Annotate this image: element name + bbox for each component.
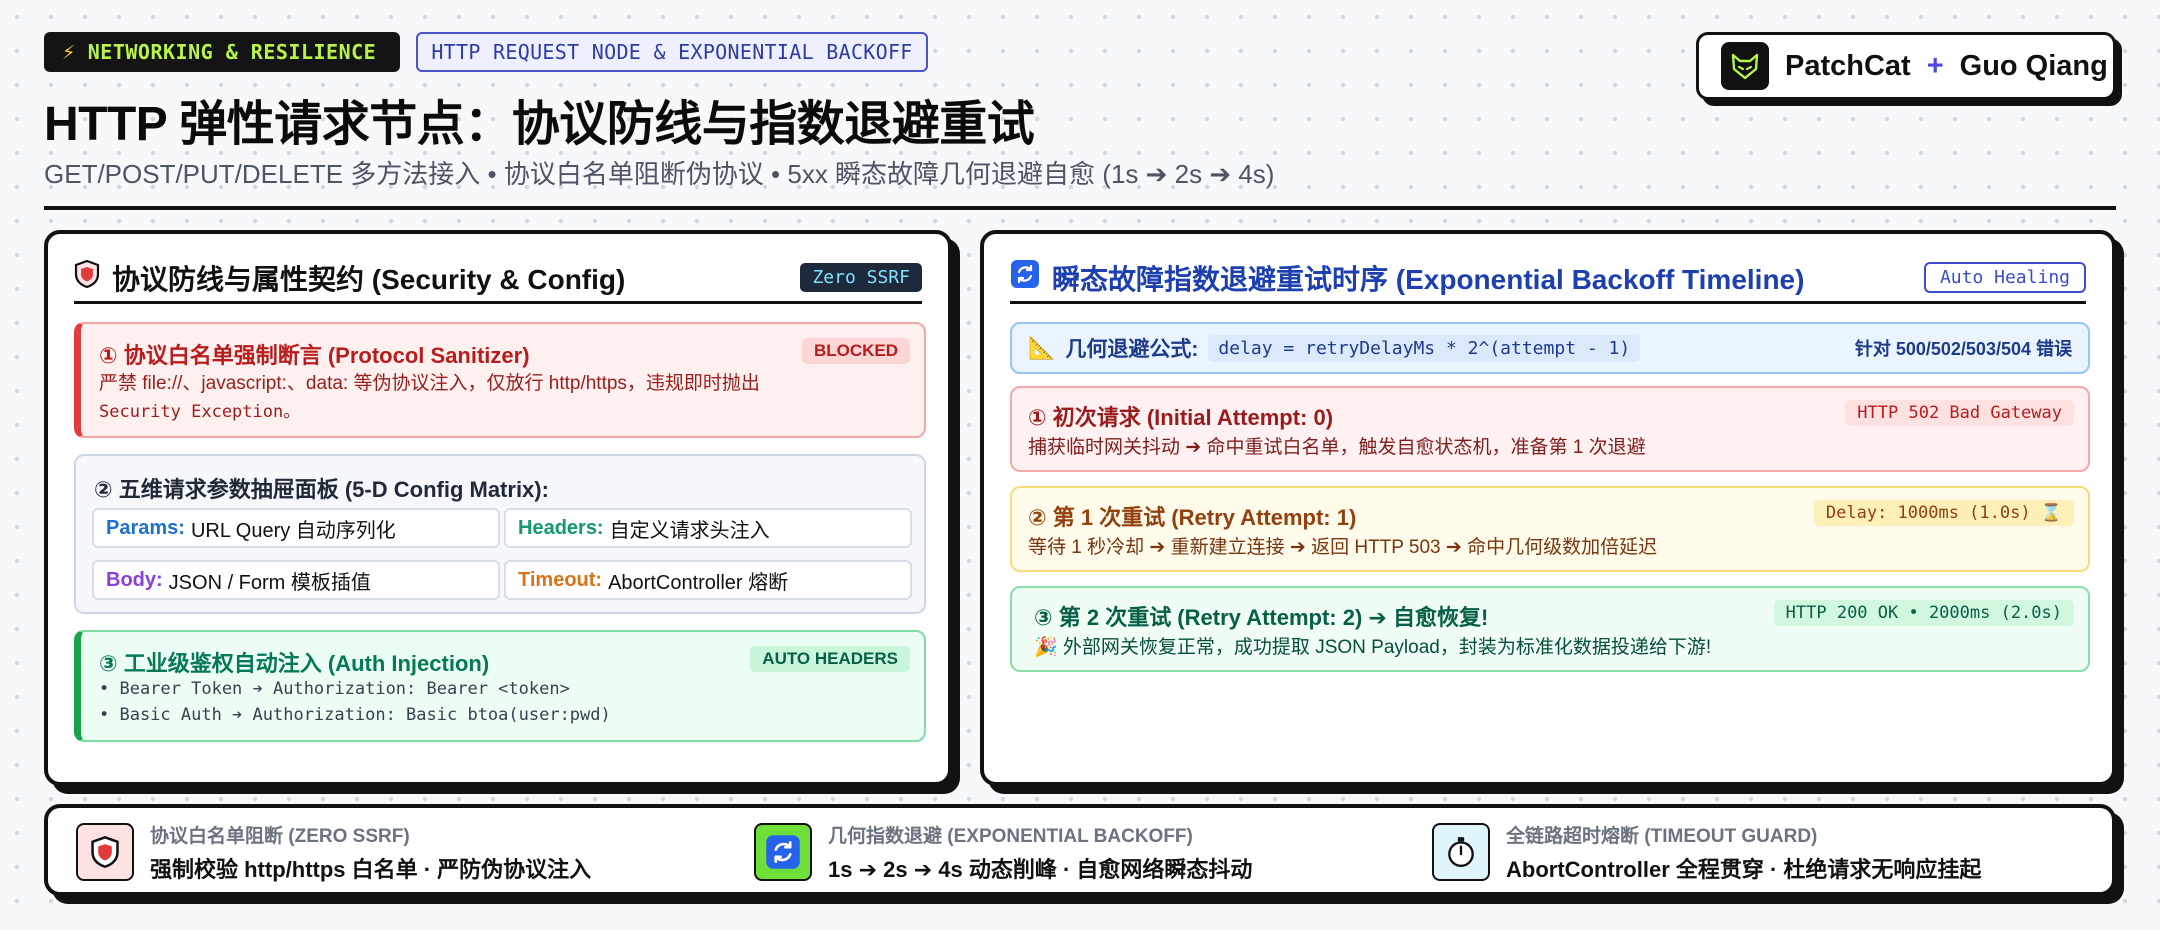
formula-label: 几何退避公式: (1065, 338, 1199, 361)
auth-line-2: • Basic Auth ➔ Authorization: Basic btoa… (99, 705, 611, 725)
auth-injection-card: ③ 工业级鉴权自动注入 (Auth Injection) AUTO HEADER… (74, 630, 926, 742)
matrix-cell-timeout: Timeout: AbortController 熔断 (504, 560, 912, 600)
blocked-badge: BLOCKED (801, 338, 910, 364)
step-success-badge: HTTP 200 OK • 2000ms (2.0s) (1773, 600, 2074, 626)
feature-label: 协议白名单阻断 (ZERO SSRF) (150, 825, 410, 847)
step-description: 等待 1 秒冷却 ➔ 重新建立连接 ➔ 返回 HTTP 503 ➔ 命中几何级数… (1028, 537, 1658, 558)
page-title: HTTP 弹性请求节点：协议防线与指数退避重试 (44, 98, 1035, 151)
feature-label: 几何指数退避 (EXPONENTIAL BACKOFF) (828, 825, 1193, 847)
auto-healing-chip: Auto Healing (1923, 262, 2086, 293)
feature-footer: 协议白名单阻断 (ZERO SSRF) 强制校验 http/https 白名单 … (44, 804, 2116, 896)
step-title: ③ 第 2 次重试 (Retry Attempt: 2) ➔ 自愈恢复! (1034, 605, 1489, 630)
matrix-cell-headers: Headers: 自定义请求头注入 (504, 508, 912, 548)
auth-line-1: • Bearer Token ➔ Authorization: Bearer <… (99, 679, 570, 699)
brand-name: PatchCat (1785, 49, 1911, 82)
config-matrix-card: ② 五维请求参数抽屉面板 (5-D Config Matrix): Params… (74, 454, 926, 614)
feature-description: 1s ➔ 2s ➔ 4s 动态削峰 · 自愈网络瞬态抖动 (828, 856, 1253, 882)
timeline-step-retry-2: ③ 第 2 次重试 (Retry Attempt: 2) ➔ 自愈恢复! HTT… (1010, 586, 2090, 672)
backoff-panel-title: 瞬态故障指数退避重试时序 (Exponential Backoff Timeli… (1052, 263, 1805, 295)
step-delay-badge: Delay: 1000ms (1.0s) ⌛ (1813, 500, 2074, 526)
brand-plus: + (1926, 49, 1944, 82)
step-title: ① 初次请求 (Initial Attempt: 0) (1028, 405, 1334, 430)
formula-scope: 针对 500/502/503/504 错误 (1854, 339, 2072, 359)
shield-icon (74, 259, 100, 296)
backoff-formula: 📐 几何退避公式: delay = retryDelayMs * 2^(atte… (1010, 322, 2090, 374)
category-tag: ⚡ NETWORKING & RESILIENCE (44, 32, 400, 72)
page-subtitle: GET/POST/PUT/DELETE 多方法接入 • 协议白名单阻断伪协议 •… (44, 159, 1275, 189)
sanitizer-line-1: 严禁 file://、javascript:、data: 等伪协议注入，仅放行 … (99, 373, 760, 394)
feature-timeout-guard: 全链路超时熔断 (TIMEOUT GUARD) AbortController … (1432, 822, 1981, 882)
brand-badge: PatchCat + Guo Qiang (1696, 32, 2116, 100)
timeline-step-retry-1: ② 第 1 次重试 (Retry Attempt: 1) Delay: 1000… (1010, 486, 2090, 572)
zero-ssrf-chip: Zero SSRF (800, 263, 922, 292)
lightning-icon: ⚡ (62, 39, 76, 65)
backoff-timeline-panel: 瞬态故障指数退避重试时序 (Exponential Backoff Timeli… (980, 230, 2116, 786)
security-panel-header: 协议防线与属性契约 (Security & Config) Zero SSRF (74, 254, 922, 304)
config-matrix-title: ② 五维请求参数抽屉面板 (5-D Config Matrix): (94, 477, 549, 502)
matrix-cell-params: Params: URL Query 自动序列化 (92, 508, 500, 548)
protocol-sanitizer-card: ① 协议白名单强制断言 (Protocol Sanitizer) BLOCKED… (74, 322, 926, 438)
shield-icon (76, 823, 134, 881)
stopwatch-icon (1432, 823, 1490, 881)
auto-headers-badge: AUTO HEADERS (750, 646, 910, 672)
security-config-panel: 协议防线与属性契约 (Security & Config) Zero SSRF … (44, 230, 952, 786)
step-status-badge: HTTP 502 Bad Gateway (1845, 400, 2074, 426)
step-title: ② 第 1 次重试 (Retry Attempt: 1) (1028, 505, 1357, 530)
feature-zero-ssrf: 协议白名单阻断 (ZERO SSRF) 强制校验 http/https 白名单 … (76, 822, 591, 882)
cat-logo-icon (1721, 42, 1769, 90)
feature-description: 强制校验 http/https 白名单 · 严防伪协议注入 (150, 856, 592, 882)
sanitizer-line-2: Security Exception。 (99, 402, 301, 422)
topic-tag: HTTP REQUEST NODE & EXPONENTIAL BACKOFF (416, 32, 928, 72)
ruler-icon: 📐 (1028, 335, 1056, 360)
backoff-panel-header: 瞬态故障指数退避重试时序 (Exponential Backoff Timeli… (1010, 254, 2086, 304)
refresh-icon (1010, 259, 1040, 296)
feature-exponential-backoff: 几何指数退避 (EXPONENTIAL BACKOFF) 1s ➔ 2s ➔ 4… (754, 822, 1252, 882)
sanitizer-title: ① 协议白名单强制断言 (Protocol Sanitizer) (99, 343, 530, 368)
security-panel-title: 协议防线与属性契约 (Security & Config) (112, 263, 626, 295)
formula-code: delay = retryDelayMs * 2^(attempt - 1) (1208, 334, 1641, 362)
refresh-icon (754, 823, 812, 881)
timeline-step-initial: ① 初次请求 (Initial Attempt: 0) HTTP 502 Bad… (1010, 386, 2090, 472)
auth-title: ③ 工业级鉴权自动注入 (Auth Injection) (99, 651, 490, 676)
matrix-cell-body: Body: JSON / Form 模板插值 (92, 560, 500, 600)
step-description: 捕获临时网关抖动 ➔ 命中重试白名单，触发自愈状态机，准备第 1 次退避 (1028, 437, 1646, 458)
brand-author: Guo Qiang (1959, 49, 2108, 82)
header-divider (44, 206, 2116, 210)
feature-description: AbortController 全程贯穿 · 杜绝请求无响应挂起 (1506, 856, 1982, 882)
step-description: 🎉 外部网关恢复正常，成功提取 JSON Payload，封装为标准化数据投递给… (1034, 637, 1712, 658)
feature-label: 全链路超时熔断 (TIMEOUT GUARD) (1506, 825, 1818, 847)
category-tag-label: NETWORKING & RESILIENCE (87, 40, 377, 64)
